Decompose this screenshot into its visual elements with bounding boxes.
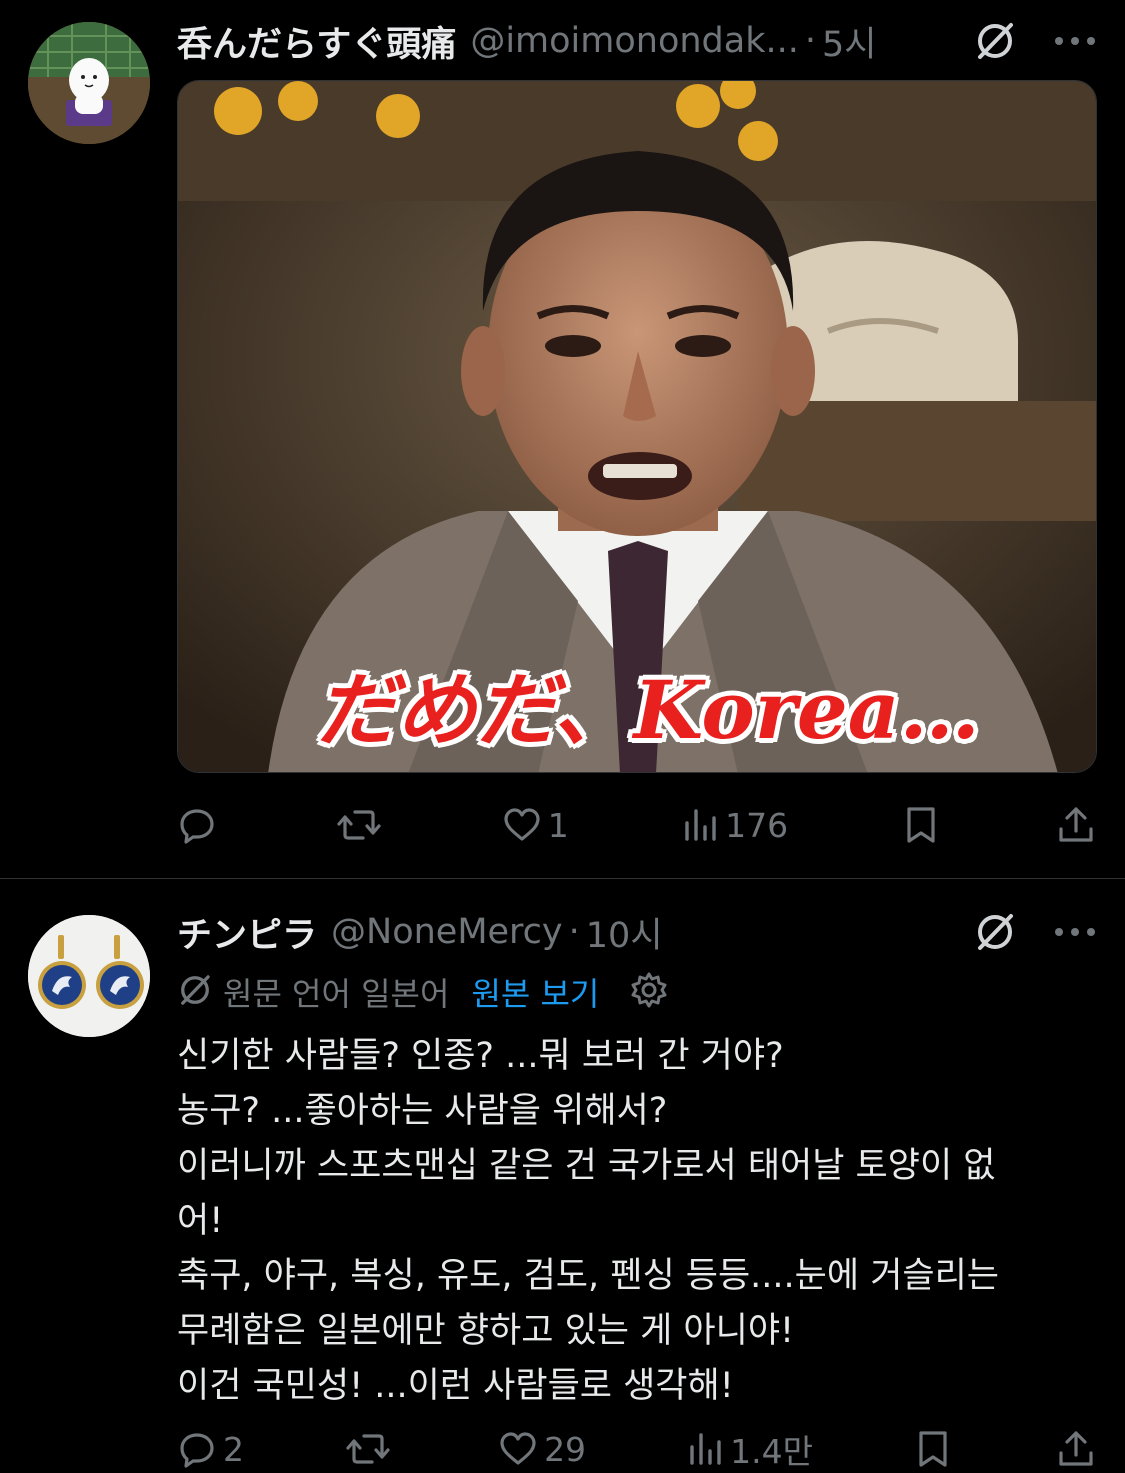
bookmark-button[interactable] — [903, 805, 943, 845]
more-icon[interactable] — [1053, 926, 1097, 938]
tweet-image[interactable]: だめだ、Korea… — [177, 80, 1097, 773]
separator-dot: · — [804, 21, 817, 61]
avatar[interactable] — [28, 22, 150, 144]
header-actions — [973, 910, 1097, 954]
like-button[interactable]: 29 — [498, 1429, 586, 1469]
tweet-text-line: 어! — [177, 1201, 224, 1241]
views-icon — [688, 1429, 724, 1469]
tweet-text-line: 무례함은 일본에만 향하고 있는 게 아니야! — [177, 1311, 795, 1351]
handle[interactable]: @imoimonondak... — [470, 21, 799, 61]
translate-icon — [177, 972, 213, 1012]
separator-dot: · — [568, 912, 580, 952]
avatar-image — [28, 915, 150, 1037]
avatar[interactable] — [28, 915, 150, 1037]
tweet-1[interactable]: 呑んだらすぐ頭痛 @imoimonondak... · 5시 だめだ、Korea… — [0, 0, 1125, 878]
timestamp[interactable]: 10시 — [586, 907, 663, 958]
like-icon — [498, 1429, 538, 1469]
views-icon — [683, 805, 719, 845]
view-original-link[interactable]: 원본 보기 — [471, 969, 599, 1015]
bookmark-icon — [915, 1429, 951, 1469]
action-bar: 1 176 — [177, 800, 1097, 850]
tweet-text-line: 신기한 사람들? 인종? ...뭐 보러 간 거야? — [177, 1036, 784, 1076]
tweet-text-line: 축구, 야구, 복싱, 유도, 검도, 펜싱 등등....눈에 거슬리는 — [177, 1256, 1000, 1296]
avatar-image — [28, 22, 150, 144]
views-count: 176 — [725, 805, 789, 845]
tweet-header: 呑んだらすぐ頭痛 @imoimonondak... · 5시 — [177, 16, 1097, 66]
views-button[interactable]: 1.4만 — [688, 1425, 813, 1473]
views-count: 1.4만 — [730, 1432, 813, 1471]
settings-icon[interactable] — [629, 970, 669, 1014]
handle[interactable]: @NoneMercy — [331, 912, 563, 952]
like-count: 29 — [544, 1429, 587, 1469]
reply-button[interactable]: 2 — [177, 1429, 244, 1469]
more-icon[interactable] — [1053, 35, 1097, 47]
retweet-button[interactable] — [337, 805, 387, 845]
image-subtitle: だめだ、Korea… — [316, 663, 980, 757]
grok-icon[interactable] — [973, 910, 1017, 954]
share-button[interactable] — [1057, 1429, 1097, 1469]
share-button[interactable] — [1057, 805, 1097, 845]
reply-count: 2 — [223, 1429, 244, 1469]
retweet-button[interactable] — [346, 1429, 396, 1469]
tweet-body: 신기한 사람들? 인종? ...뭐 보러 간 거야? 농구? ...좋아하는 사… — [177, 1029, 1097, 1414]
reply-icon — [177, 805, 217, 845]
tweet-text-line: 이건 국민성! ...이런 사람들로 생각해! — [177, 1366, 734, 1406]
like-icon — [502, 805, 542, 845]
tweet-2[interactable]: チンピラ @NoneMercy · 10시 원문 언어 일본어 원본 보기 신기… — [0, 879, 1125, 1473]
timestamp[interactable]: 5시 — [822, 16, 876, 67]
reply-icon — [177, 1429, 217, 1469]
header-actions — [973, 19, 1097, 63]
bookmark-icon — [903, 805, 939, 845]
translation-source-language: 원문 언어 일본어 — [223, 975, 450, 1013]
views-button[interactable]: 176 — [683, 805, 788, 845]
tweet-header: チンピラ @NoneMercy · 10시 — [177, 907, 1097, 957]
like-button[interactable]: 1 — [502, 805, 569, 845]
translation-notice: 원문 언어 일본어 원본 보기 — [177, 967, 669, 1017]
retweet-icon — [337, 805, 381, 845]
share-icon — [1057, 805, 1095, 845]
bookmark-button[interactable] — [915, 1429, 955, 1469]
share-icon — [1057, 1429, 1095, 1469]
display-name[interactable]: チンピラ — [177, 907, 317, 958]
action-bar: 2 29 1.4만 — [177, 1424, 1097, 1473]
like-count: 1 — [547, 805, 569, 845]
display-name[interactable]: 呑んだらすぐ頭痛 — [177, 16, 456, 67]
tweet-text-line: 농구? ...좋아하는 사람을 위해서? — [177, 1091, 668, 1131]
reply-button[interactable] — [177, 805, 223, 845]
grok-icon[interactable] — [973, 19, 1017, 63]
tweet-text-line: 이러니까 스포츠맨십 같은 건 국가로서 태어날 토양이 없 — [177, 1146, 996, 1186]
retweet-icon — [346, 1429, 390, 1469]
